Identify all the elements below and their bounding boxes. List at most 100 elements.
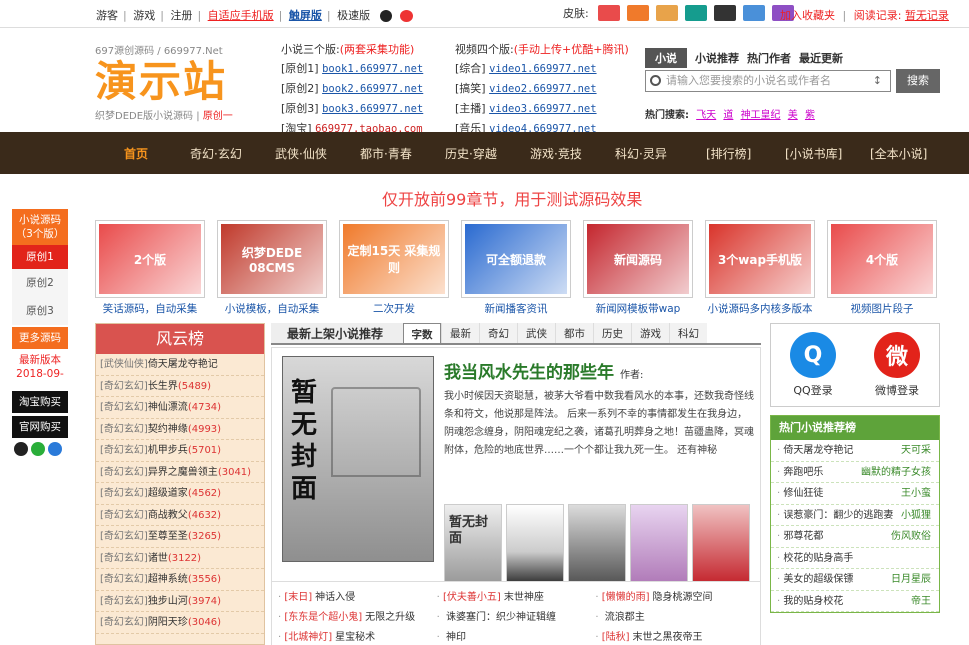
rank-row[interactable]: [奇幻玄幻]商战教父(4632): [96, 505, 264, 526]
banner-caption[interactable]: 笑话源码，自动采集: [85, 301, 215, 316]
list-item-category[interactable]: [伏夫善小五]: [443, 592, 501, 603]
touch-version-link[interactable]: 触屏版: [289, 9, 322, 22]
hot-novel-author[interactable]: 天可采: [901, 440, 931, 461]
banner-caption[interactable]: 新闻播客资讯: [451, 301, 581, 316]
thumbnail[interactable]: [506, 504, 564, 584]
hot-novel-author[interactable]: 日月星辰: [891, 569, 931, 590]
banner-caption[interactable]: 新闻网模板带wap: [573, 301, 703, 316]
thumbnail[interactable]: [692, 504, 750, 584]
hot-search-keyword[interactable]: 美: [788, 110, 798, 121]
novel-link[interactable]: book3.669977.net: [322, 103, 423, 115]
tab-latest[interactable]: 最新: [441, 323, 479, 343]
hot-novel-row[interactable]: · 修仙狂徒 王小蛮: [771, 483, 939, 505]
sidebar-item-original3[interactable]: 原创3: [12, 297, 68, 325]
list-item-title[interactable]: 隐身桃源空间: [653, 592, 713, 603]
list-item-title[interactable]: 末世之黑夜帝王: [633, 632, 703, 643]
novel-link[interactable]: book1.669977.net: [322, 63, 423, 75]
banner-caption[interactable]: 视频图片段子: [817, 301, 947, 316]
hot-novel-title[interactable]: 邪尊花都: [783, 531, 823, 542]
banner-image[interactable]: 4个版: [827, 220, 937, 298]
guest-link[interactable]: 游客: [96, 9, 118, 22]
search-input[interactable]: 请输入您要搜索的小说名或作者名 ↕: [645, 70, 891, 92]
banner-image[interactable]: 3个wap手机版: [705, 220, 815, 298]
list-item[interactable]: · [末日] 神话入侵: [278, 588, 437, 608]
search-button[interactable]: 搜索: [896, 69, 940, 93]
search-tab-recommend[interactable]: 小说推荐: [695, 50, 739, 66]
banner-image[interactable]: 织梦DEDE 08CMS: [217, 220, 327, 298]
list-item[interactable]: · [东东是个超小鬼] 无限之升级: [278, 608, 437, 628]
sidebar-more-button[interactable]: 更多源码: [12, 327, 68, 349]
tab-fantasy[interactable]: 奇幻: [479, 323, 517, 343]
hot-search-keyword[interactable]: 神工皇纪: [741, 110, 781, 121]
hot-search-keyword[interactable]: 紫: [805, 110, 815, 121]
banner-image[interactable]: 可全额退款: [461, 220, 571, 298]
adaptive-mobile-link[interactable]: 自适应手机版: [208, 9, 274, 22]
weibo-login[interactable]: 微 微博登录: [874, 332, 920, 398]
hot-novel-row[interactable]: · 我的贴身校花 帝王: [771, 591, 939, 612]
search-tab-authors[interactable]: 热门作者: [747, 50, 791, 66]
nav-scifi[interactable]: 科幻·灵异: [615, 145, 667, 162]
video-link[interactable]: video2.669977.net: [489, 83, 596, 95]
rank-row[interactable]: [奇幻玄幻]长生界(5489): [96, 376, 264, 397]
register-link[interactable]: 注册: [170, 9, 192, 22]
hot-novel-row[interactable]: · 奔跑吧乐 幽默的精子女孩: [771, 462, 939, 483]
list-item-category[interactable]: [东东是个超小鬼]: [284, 612, 362, 623]
list-item-title[interactable]: 诛婆塞门：织少神证辑缠: [446, 612, 556, 623]
nav-home[interactable]: 首页: [124, 145, 148, 162]
hot-novel-title[interactable]: 奔跑吧乐: [783, 467, 823, 478]
fast-version-link[interactable]: 极速版: [337, 9, 370, 22]
list-item-title[interactable]: 神印: [446, 632, 466, 643]
skin-swatch[interactable]: [713, 5, 736, 21]
list-item[interactable]: · [伏夫善小五] 末世神座: [437, 588, 596, 608]
novel-link[interactable]: book2.669977.net: [322, 83, 423, 95]
hot-novel-row[interactable]: · 校花的贴身高手: [771, 548, 939, 569]
list-item[interactable]: · [陆秋] 末世之黑夜帝王: [595, 628, 754, 645]
sidebar-item-original1[interactable]: 原创1: [12, 245, 68, 269]
rank-row[interactable]: [奇幻玄幻]超神系统(3556): [96, 569, 264, 591]
list-item[interactable]: · 神印: [437, 628, 596, 645]
skin-swatch[interactable]: [655, 5, 678, 21]
rank-row[interactable]: [奇幻玄幻]阴阳天珍(3046): [96, 612, 264, 634]
thumbnail[interactable]: [630, 504, 688, 584]
hot-novel-author[interactable]: 帝王: [911, 591, 931, 612]
rank-row[interactable]: [奇幻玄幻]诸世(3122): [96, 548, 264, 569]
list-item-category[interactable]: [懒懒的雨]: [602, 592, 650, 603]
list-item[interactable]: · 流浪郡主: [595, 608, 754, 628]
sidebar-item-original2[interactable]: 原创2: [12, 269, 68, 297]
nav-ranking[interactable]: [排行榜]: [706, 145, 751, 162]
hot-search-keyword[interactable]: 道: [723, 110, 733, 121]
list-item-title[interactable]: 流浪郡主: [605, 612, 645, 623]
featured-title[interactable]: 我当风水先生的那些年 作者:: [444, 358, 643, 383]
rank-row[interactable]: [武侠仙侠]倚天屠龙夺艳记: [96, 354, 264, 376]
book-cover[interactable]: 暂无封面: [282, 356, 434, 562]
weibo-small-icon[interactable]: [400, 10, 414, 22]
search-tab-novel[interactable]: 小说: [645, 48, 687, 68]
thumbnail[interactable]: [568, 504, 626, 584]
hot-novel-title[interactable]: 校花的贴身高手: [783, 553, 853, 564]
hot-novel-title[interactable]: 美女的超级保镖: [783, 574, 853, 585]
nav-game[interactable]: 游戏·竞技: [530, 145, 582, 162]
hot-novel-author[interactable]: 王小蛮: [901, 483, 931, 504]
list-item[interactable]: · [北城神灯] 星宝秘术: [278, 628, 437, 645]
qq-login[interactable]: Q QQ登录: [790, 332, 836, 398]
rank-row[interactable]: [奇幻玄幻]超级道家(4562): [96, 483, 264, 505]
video-link[interactable]: video1.669977.net: [489, 63, 596, 75]
qq-small-icon[interactable]: [379, 10, 392, 22]
list-item[interactable]: · [懒懒的雨] 隐身桃源空间: [595, 588, 754, 608]
banner-image[interactable]: 2个版: [95, 220, 205, 298]
nav-library[interactable]: [小说书库]: [785, 145, 842, 162]
tab-wuxia[interactable]: 武侠: [517, 323, 555, 343]
list-item[interactable]: · 诛婆塞门：织少神证辑缠: [437, 608, 596, 628]
list-item-title[interactable]: 末世神座: [504, 592, 544, 603]
hot-novel-author[interactable]: 幽默的精子女孩: [861, 462, 931, 483]
hot-novel-title[interactable]: 误惹豪门：翻少的逃跑妻: [783, 510, 893, 521]
list-item-category[interactable]: [北城神灯]: [284, 632, 332, 643]
hot-novel-row[interactable]: · 邪尊花都 伤风败俗: [771, 526, 939, 548]
hot-novel-row[interactable]: · 美女的超级保镖 日月星辰: [771, 569, 939, 591]
official-buy-button[interactable]: 官网购买: [12, 416, 68, 438]
list-item-category[interactable]: [末日]: [284, 592, 312, 603]
tab-history[interactable]: 历史: [593, 323, 631, 343]
wechat-icon[interactable]: [31, 442, 45, 456]
skin-swatch[interactable]: [626, 5, 649, 21]
nav-fantasy[interactable]: 奇幻·玄幻: [190, 145, 242, 162]
